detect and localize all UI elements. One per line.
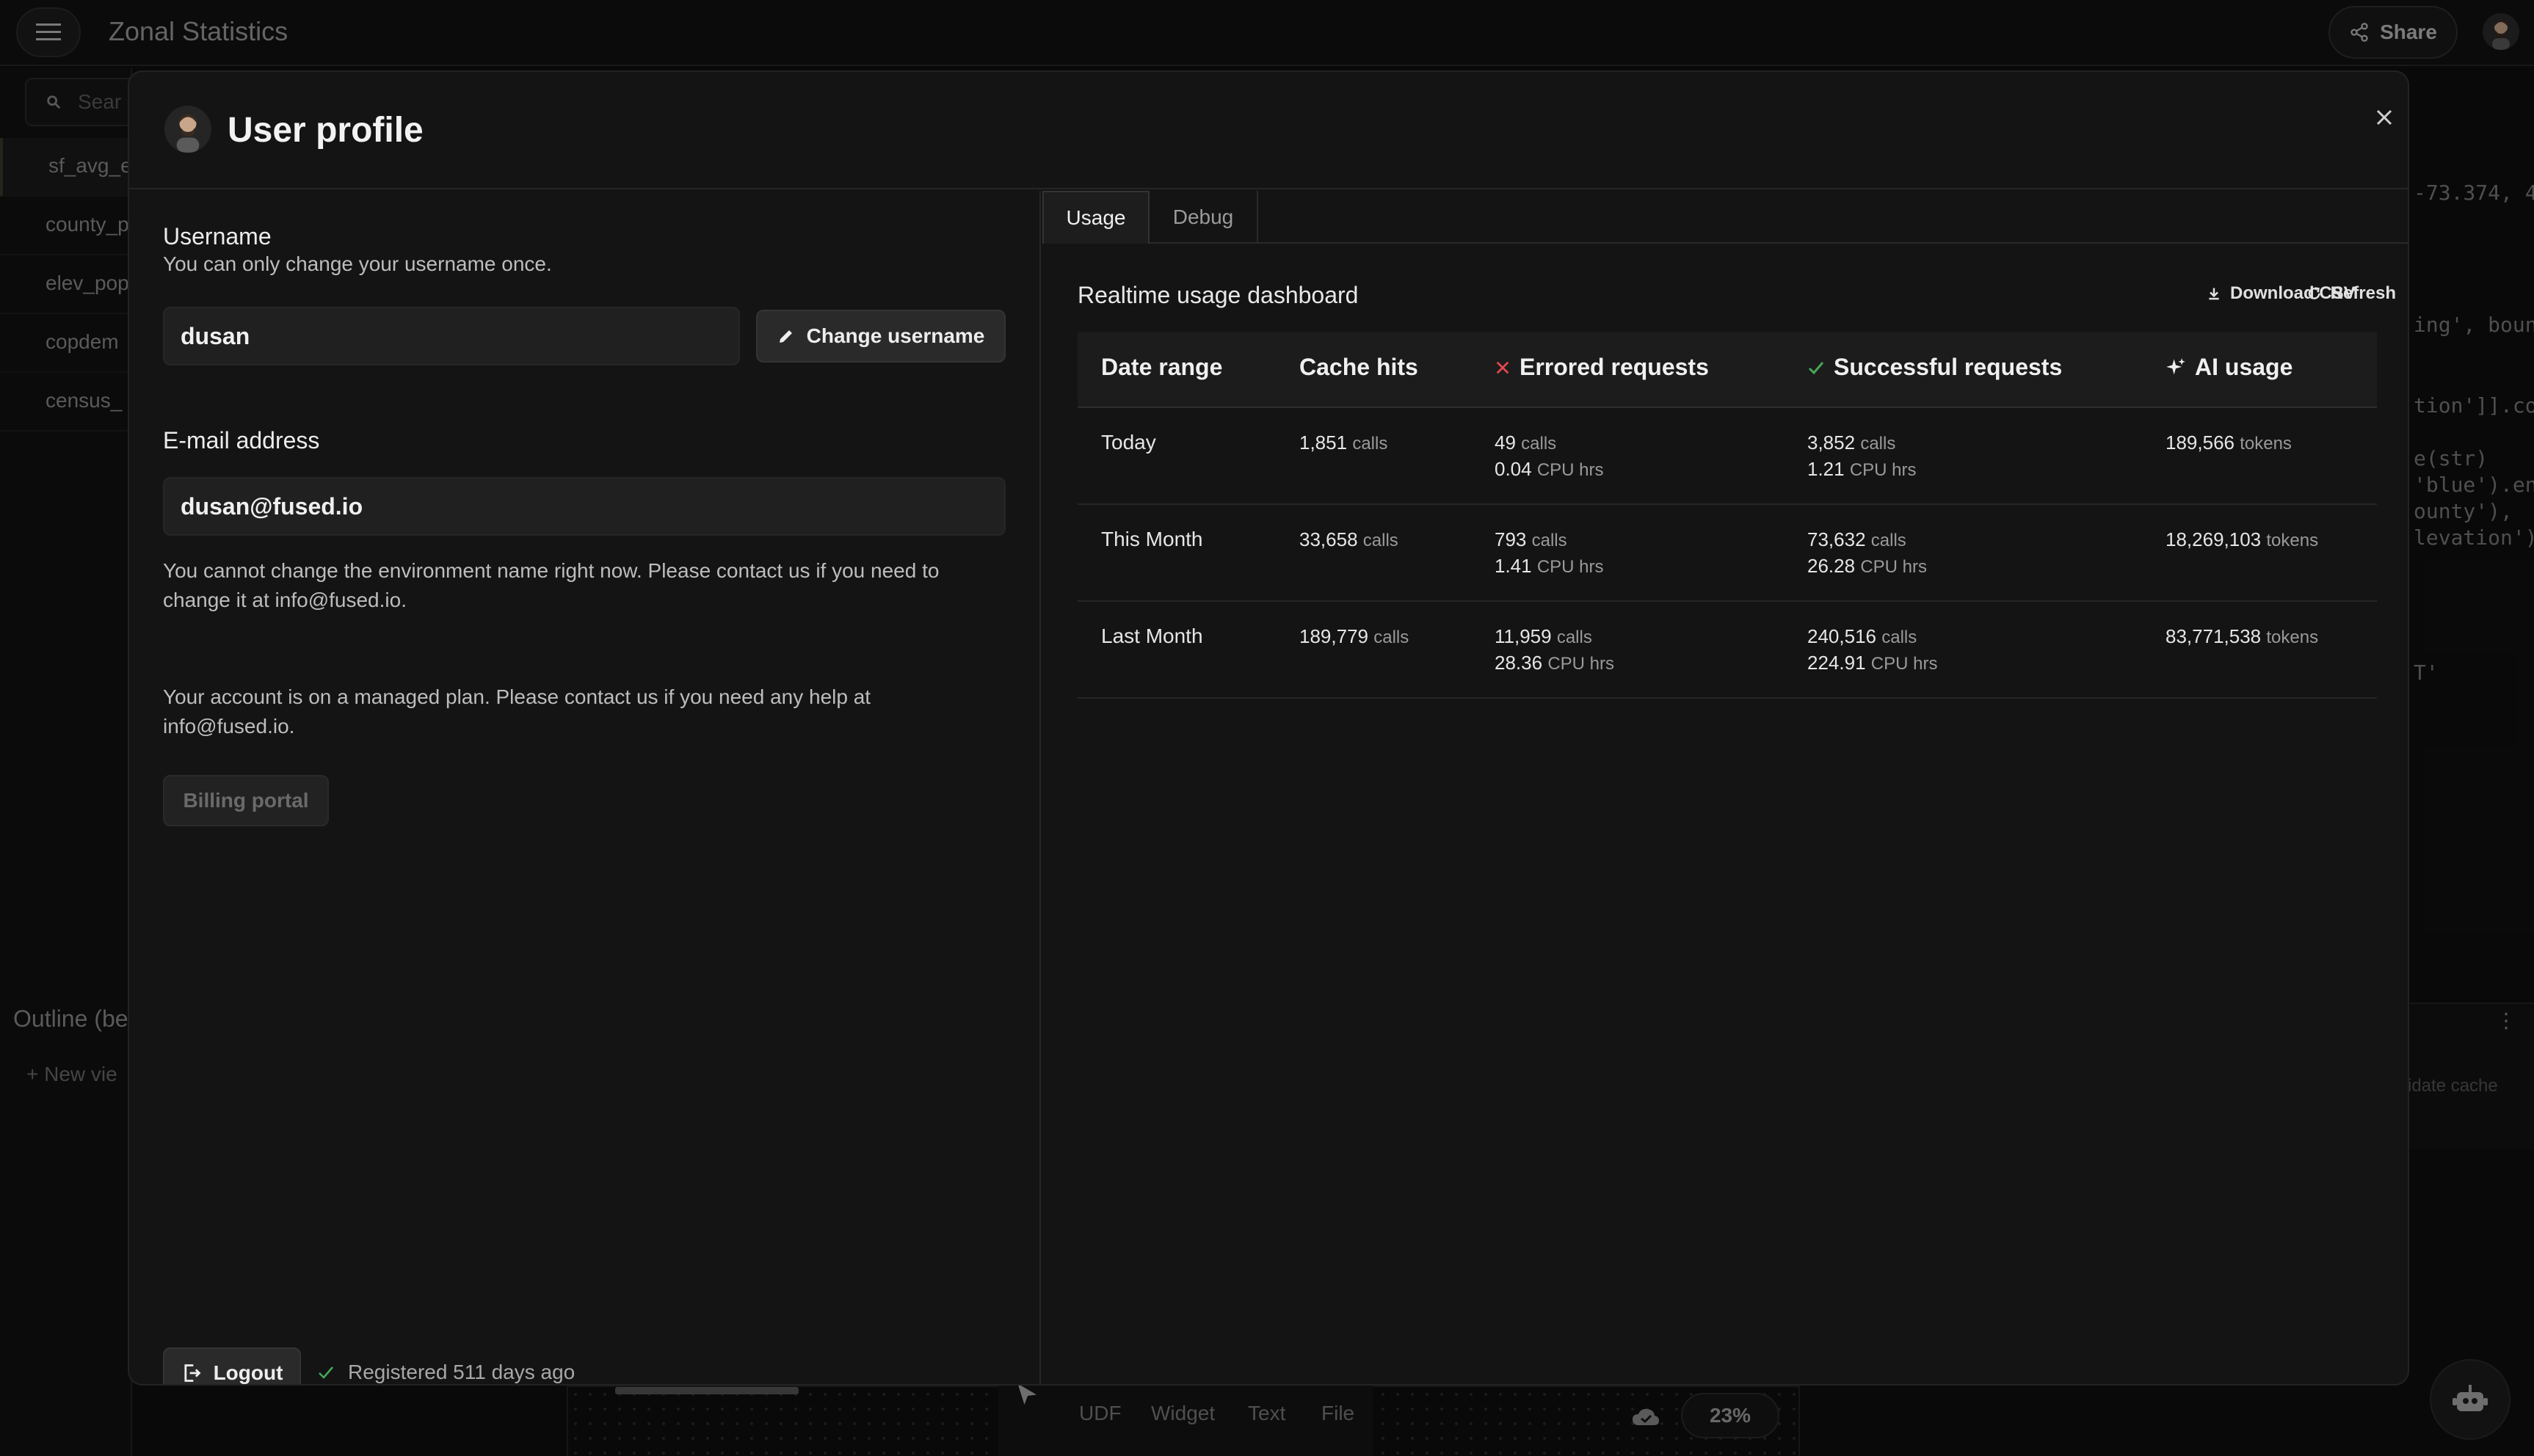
successful-requests-cell: 73,632 calls26.28 CPU hrs (1807, 527, 1927, 580)
user-profile-modal: User profile Username You can only chang… (128, 70, 2409, 1386)
usage-panel: Usage Debug Realtime usage dashboard Dow… (1042, 191, 2409, 1386)
cache-hits-cell: 33,658 calls (1299, 527, 1398, 553)
refresh-button[interactable]: Refresh (2307, 283, 2396, 304)
date-range-cell: Today (1101, 430, 1156, 455)
table-row: This Month 33,658 calls 793 calls1.41 CP… (1078, 505, 2377, 602)
logout-label: Logout (214, 1361, 283, 1385)
usage-table: Date range Cache hits Errored requests S… (1078, 332, 2377, 699)
username-label: Username (163, 223, 272, 250)
tab-debug[interactable]: Debug (1150, 191, 1258, 244)
column-header-errored-requests: Errored requests (1495, 354, 1709, 381)
billing-portal-button[interactable]: Billing portal (163, 775, 329, 826)
registered-text: Registered 511 days ago (348, 1361, 575, 1384)
refresh-icon (2307, 286, 2322, 301)
cache-hits-cell: 189,779 calls (1299, 624, 1409, 650)
check-icon (317, 1364, 335, 1381)
tab-usage[interactable]: Usage (1042, 191, 1150, 244)
close-button[interactable] (2362, 95, 2406, 139)
username-hint: You can only change your username once. (163, 250, 552, 279)
dashboard-title: Realtime usage dashboard (1078, 282, 1358, 309)
table-header: Date range Cache hits Errored requests S… (1078, 332, 2377, 408)
column-header-ai-usage: AI usage (2165, 354, 2292, 381)
date-range-cell: Last Month (1101, 624, 1203, 649)
billing-portal-label: Billing portal (183, 789, 308, 812)
successful-requests-cell: 240,516 calls224.91 CPU hrs (1807, 624, 1937, 677)
change-username-button[interactable]: Change username (756, 310, 1006, 363)
sparkles-icon (2165, 357, 2186, 378)
email-field[interactable]: dusan@fused.io (163, 477, 1006, 536)
success-check-icon (1807, 359, 1825, 376)
profile-avatar (164, 106, 211, 153)
registered-status: Registered 511 days ago (317, 1361, 575, 1384)
column-header-date-range: Date range (1101, 354, 1222, 381)
pencil-icon (777, 327, 795, 345)
table-row: Today 1,851 calls 49 calls0.04 CPU hrs 3… (1078, 408, 2377, 505)
change-username-label: Change username (807, 324, 985, 348)
ai-usage-cell: 18,269,103 tokens (2165, 527, 2318, 553)
modal-header: User profile (129, 72, 2408, 189)
errored-requests-cell: 11,959 calls28.36 CPU hrs (1495, 624, 1614, 677)
errored-requests-cell: 49 calls0.04 CPU hrs (1495, 430, 1604, 483)
logout-button[interactable]: Logout (163, 1347, 301, 1386)
close-icon (2375, 109, 2393, 126)
plan-note: Your account is on a managed plan. Pleas… (163, 682, 1007, 741)
refresh-label: Refresh (2331, 283, 2396, 304)
environment-note: You cannot change the environment name r… (163, 556, 1007, 615)
username-field[interactable]: dusan (163, 307, 740, 365)
ai-usage-cell: 83,771,538 tokens (2165, 624, 2318, 650)
email-label: E-mail address (163, 427, 319, 454)
cache-hits-cell: 1,851 calls (1299, 430, 1387, 456)
modal-title: User profile (228, 110, 424, 150)
table-row: Last Month 189,779 calls 11,959 calls28.… (1078, 602, 2377, 699)
tab-bar: Usage Debug (1042, 191, 2409, 244)
error-x-icon (1495, 360, 1511, 376)
profile-form: Username You can only change your userna… (129, 191, 1041, 1386)
ai-usage-cell: 189,566 tokens (2165, 430, 2292, 456)
logout-icon (181, 1363, 202, 1383)
date-range-cell: This Month (1101, 527, 1203, 552)
download-icon (2207, 286, 2221, 301)
column-header-cache-hits: Cache hits (1299, 354, 1418, 381)
successful-requests-cell: 3,852 calls1.21 CPU hrs (1807, 430, 1917, 483)
errored-requests-cell: 793 calls1.41 CPU hrs (1495, 527, 1604, 580)
column-header-successful-requests: Successful requests (1807, 354, 2062, 381)
